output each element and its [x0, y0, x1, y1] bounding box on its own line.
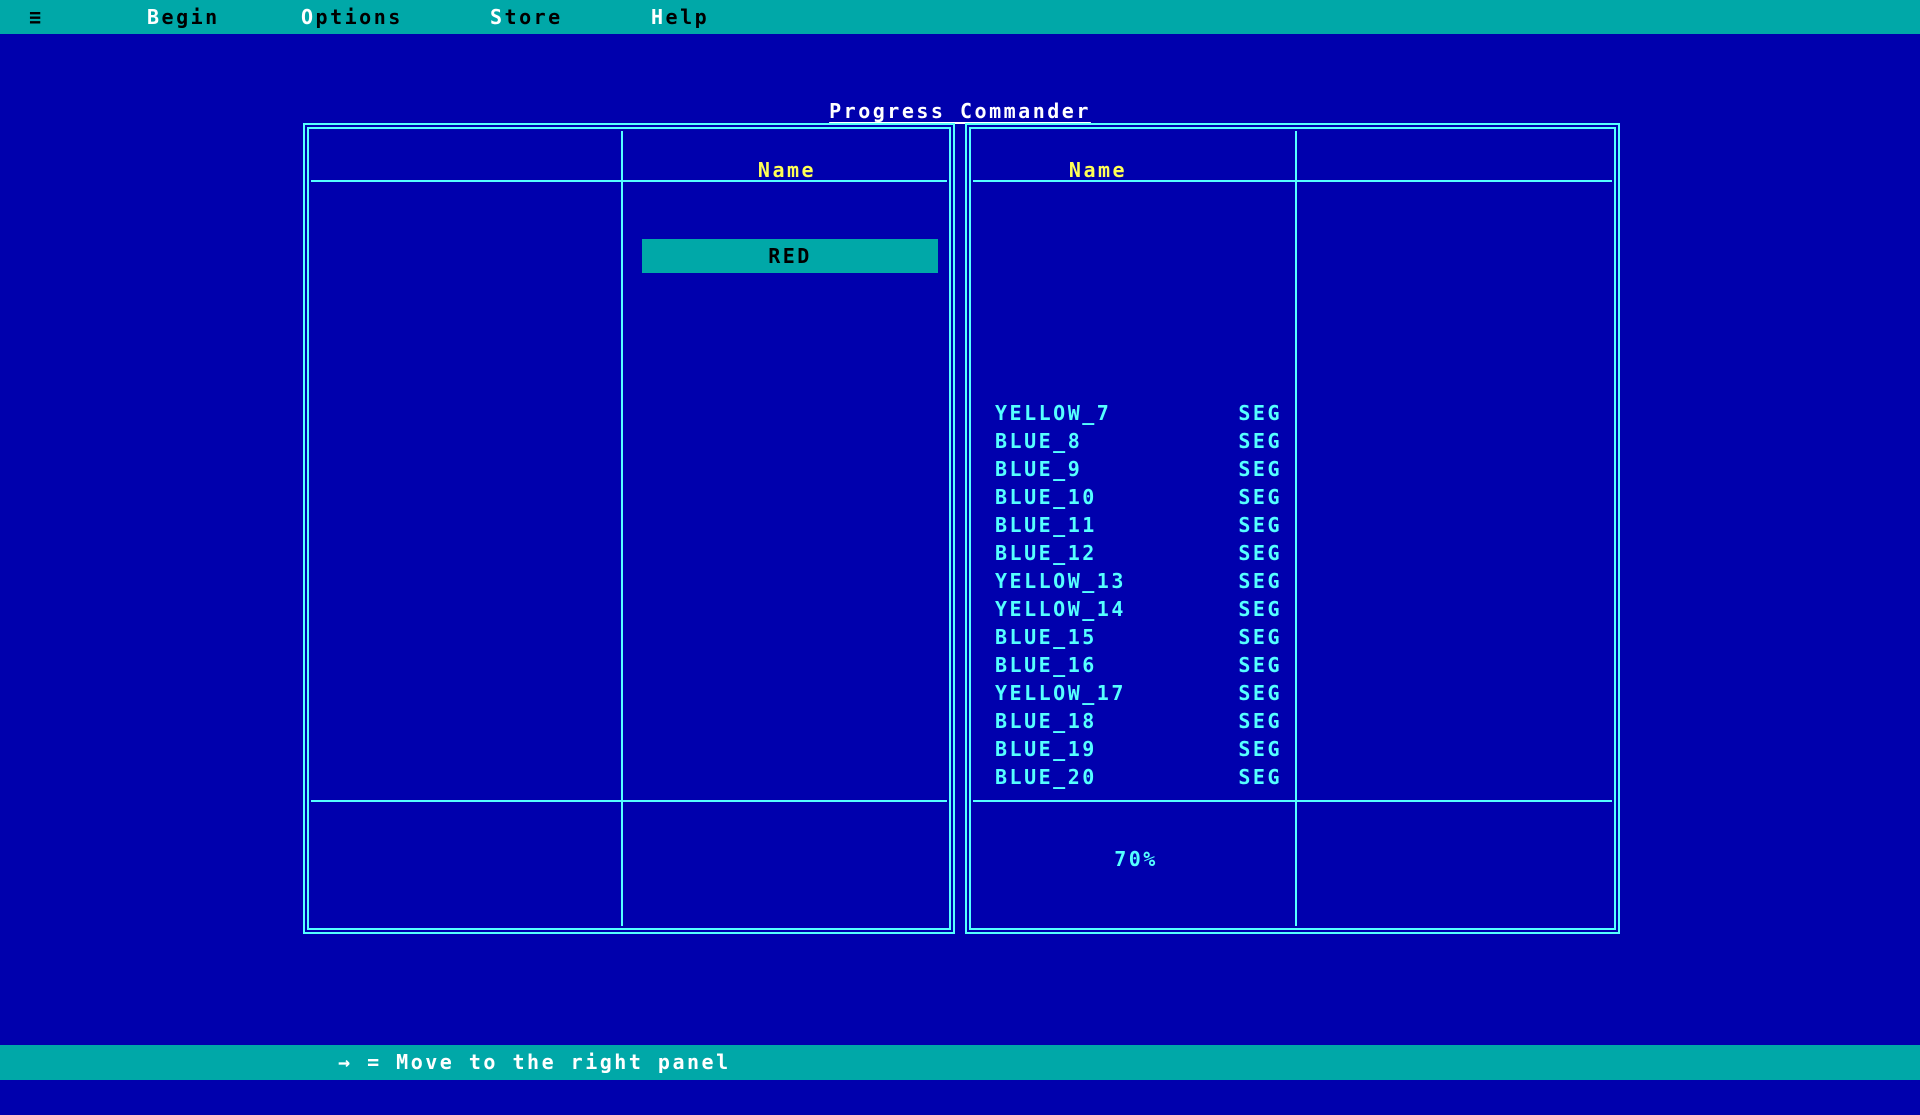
list-item[interactable]: BLUE_9 SEG	[995, 455, 1282, 483]
file-name: BLUE_12	[995, 539, 1097, 567]
status-text: = Move to the right panel	[353, 1050, 731, 1074]
menu-item-store[interactable]: Store	[490, 0, 563, 34]
file-name: BLUE_18	[995, 707, 1097, 735]
right-arrow-icon: →	[338, 1050, 353, 1074]
menu-label: elp	[666, 5, 710, 29]
file-name: BLUE_11	[995, 511, 1097, 539]
file-name: BLUE_15	[995, 623, 1097, 651]
right-panel-footer-separator	[973, 800, 1612, 802]
left-panel-name-header: Name	[624, 158, 950, 180]
file-type: SEG	[1238, 483, 1282, 511]
file-name: YELLOW_17	[995, 679, 1126, 707]
list-item[interactable]: YELLOW_14 SEG	[995, 595, 1282, 623]
list-item[interactable]: BLUE_18 SEG	[995, 707, 1282, 735]
file-type: SEG	[1238, 679, 1282, 707]
file-name: YELLOW_13	[995, 567, 1126, 595]
menu-bar: ≡ Begin Options Store Help	[0, 0, 1920, 34]
list-item[interactable]: BLUE_11 SEG	[995, 511, 1282, 539]
file-type: SEG	[1238, 763, 1282, 791]
hamburger-menu-icon[interactable]: ≡	[29, 0, 44, 34]
list-item[interactable]: BLUE_19 SEG	[995, 735, 1282, 763]
file-name: BLUE_10	[995, 483, 1097, 511]
menu-hotkey: H	[651, 5, 666, 29]
right-panel-name-header: Name	[970, 158, 1226, 180]
file-type: SEG	[1238, 595, 1282, 623]
file-name: BLUE_19	[995, 735, 1097, 763]
file-type: SEG	[1238, 539, 1282, 567]
menu-label: ptions	[316, 5, 403, 29]
selected-item-red[interactable]: RED	[642, 239, 938, 273]
list-item[interactable]: BLUE_20 SEG	[995, 763, 1282, 791]
file-type: SEG	[1238, 735, 1282, 763]
file-name: BLUE_8	[995, 427, 1082, 455]
list-item[interactable]: BLUE_12 SEG	[995, 539, 1282, 567]
menu-hotkey: B	[147, 5, 162, 29]
menu-hotkey: S	[490, 5, 505, 29]
page-title: Progress Commander	[0, 99, 1920, 123]
right-panel-column-separator	[1295, 131, 1297, 926]
file-type: SEG	[1238, 455, 1282, 483]
left-panel-header-separator	[311, 180, 947, 182]
list-item[interactable]: YELLOW_13 SEG	[995, 567, 1282, 595]
file-name: YELLOW_14	[995, 595, 1126, 623]
file-name: BLUE_9	[995, 455, 1082, 483]
menu-item-options[interactable]: Options	[301, 0, 403, 34]
progress-percent: 70%	[975, 845, 1297, 873]
file-name: YELLOW_7	[995, 399, 1111, 427]
menu-item-help[interactable]: Help	[651, 0, 709, 34]
list-item[interactable]: YELLOW_17 SEG	[995, 679, 1282, 707]
left-panel: Name RED	[303, 123, 955, 934]
menu-hotkey: O	[301, 5, 316, 29]
file-type: SEG	[1238, 399, 1282, 427]
left-panel-footer-separator	[311, 800, 947, 802]
file-type: SEG	[1238, 707, 1282, 735]
file-type: SEG	[1238, 651, 1282, 679]
menu-label: egin	[162, 5, 220, 29]
list-item[interactable]: BLUE_15 SEG	[995, 623, 1282, 651]
right-panel: Name YELLOW_7 SEG BLUE_8 SEG BLUE_9 SEG BLU…	[965, 123, 1620, 934]
list-item[interactable]: BLUE_8 SEG	[995, 427, 1282, 455]
status-bar: → = Move to the right panel	[0, 1045, 1920, 1080]
menu-item-begin[interactable]: Begin	[147, 0, 220, 34]
file-type: SEG	[1238, 567, 1282, 595]
file-name: BLUE_20	[995, 763, 1097, 791]
left-panel-column-separator	[621, 131, 623, 926]
file-type: SEG	[1238, 511, 1282, 539]
file-name: BLUE_16	[995, 651, 1097, 679]
list-item[interactable]: BLUE_10 SEG	[995, 483, 1282, 511]
menu-label: tore	[505, 5, 563, 29]
list-item[interactable]: BLUE_16 SEG	[995, 651, 1282, 679]
file-type: SEG	[1238, 623, 1282, 651]
file-type: SEG	[1238, 427, 1282, 455]
file-list: YELLOW_7 SEG BLUE_8 SEG BLUE_9 SEG BLUE_10 S…	[995, 399, 1282, 791]
list-item[interactable]: YELLOW_7 SEG	[995, 399, 1282, 427]
status-message: → = Move to the right panel	[338, 1045, 731, 1080]
